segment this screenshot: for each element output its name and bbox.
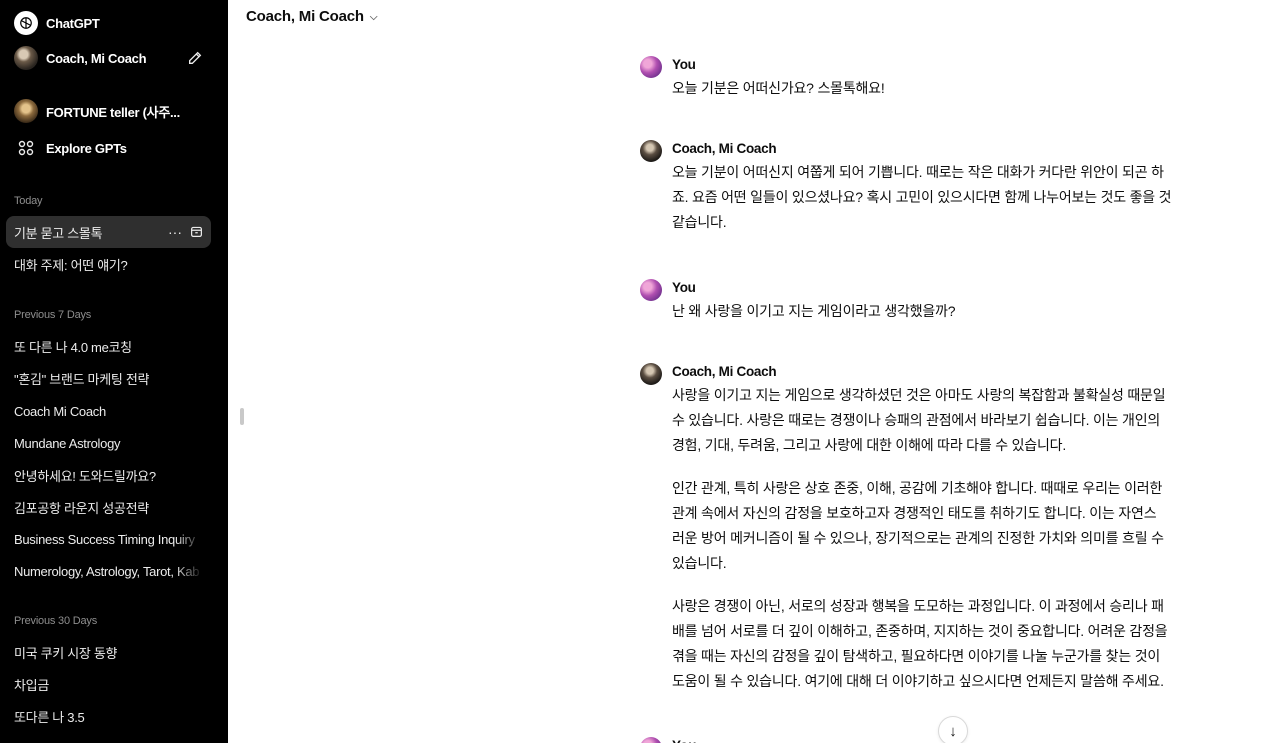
main-chat-area: Coach, Mi Coach ⌵ You 오늘 기분은 어떠신가요? 스몰톡해… bbox=[228, 0, 1280, 743]
section-title-previous-7-days: Previous 7 Days bbox=[14, 309, 92, 321]
current-gpt-label: Coach, Mi Coach bbox=[46, 50, 147, 66]
archive-icon[interactable] bbox=[190, 225, 203, 240]
chat-item-label: 기분 묻고 스몰톡 bbox=[14, 225, 103, 241]
explore-label: Explore GPTs bbox=[46, 140, 127, 156]
chat-item-label: Coach Mi Coach bbox=[14, 403, 106, 419]
chat-item-label: 미국 쿠키 시장 동향 bbox=[14, 645, 118, 661]
coach-avatar bbox=[640, 363, 662, 385]
message-author: You bbox=[672, 738, 697, 743]
section-title-today: Today bbox=[14, 195, 43, 207]
chat-item-label: 김포공항 라운지 성공전략 bbox=[14, 500, 149, 516]
chat-item[interactable]: 또 다른 나 4.0 me코칭 bbox=[6, 330, 211, 362]
chat-item[interactable]: 미국 쿠키 시장 동향 bbox=[6, 636, 211, 668]
chat-item[interactable]: "혼김" 브랜드 마케팅 전략 bbox=[6, 362, 211, 394]
chat-item[interactable]: Coach Mi Coach bbox=[6, 395, 211, 427]
chatgpt-home-link[interactable]: ChatGPT bbox=[6, 7, 211, 39]
chat-item[interactable]: 대화 주제: 어떤 얘기? bbox=[6, 248, 211, 280]
chat-item-label: 또 다른 나 4.0 me코칭 bbox=[14, 339, 132, 355]
scroll-to-bottom-button[interactable]: ↓ bbox=[938, 716, 968, 743]
more-icon[interactable]: ··· bbox=[168, 225, 182, 239]
chat-item-label: Numerology, Astrology, Tarot, Kab bbox=[14, 563, 200, 579]
pinned-gpt-label: FORTUNE teller (사주... bbox=[46, 104, 180, 120]
user-avatar bbox=[640, 737, 662, 743]
message-author: Coach, Mi Coach bbox=[672, 141, 777, 156]
explore-gpts-link[interactable]: Explore GPTs bbox=[6, 132, 211, 164]
chevron-down-icon: ⌵ bbox=[369, 12, 378, 23]
message-text: 난 왜 사랑을 이기고 지는 게임이라고 생각했을까? bbox=[672, 303, 956, 319]
chat-item[interactable]: Mundane Astrology bbox=[6, 427, 211, 459]
user-avatar bbox=[640, 279, 662, 301]
chat-item[interactable]: Business Success Timing Inquiry bbox=[6, 523, 211, 555]
fortune-teller-avatar bbox=[14, 99, 38, 123]
sidebar: ChatGPT Coach, Mi Coach FORTUNE teller (… bbox=[0, 0, 228, 743]
message-paragraph: 사랑은 경쟁이 아닌, 서로의 성장과 행복을 도모하는 과정입니다. 이 과정… bbox=[672, 598, 1168, 689]
app-name: ChatGPT bbox=[46, 15, 100, 31]
message-author: Coach, Mi Coach bbox=[672, 364, 777, 379]
coach-avatar bbox=[640, 140, 662, 162]
chat-item-label: Business Success Timing Inquiry bbox=[14, 531, 195, 547]
current-gpt-link[interactable]: Coach, Mi Coach bbox=[6, 42, 211, 74]
message-paragraph: 사랑을 이기고 지는 게임으로 생각하셨던 것은 아마도 사랑의 복잡함과 불확… bbox=[672, 387, 1166, 453]
message-text: 오늘 기분은 어떠신가요? 스몰톡해요! bbox=[672, 80, 885, 96]
chat-item[interactable]: 차입금 bbox=[6, 668, 211, 700]
page-title: Coach, Mi Coach bbox=[246, 8, 364, 25]
chat-item-label: 또다른 나 3.5 bbox=[14, 709, 85, 725]
grid-icon bbox=[14, 136, 38, 160]
chatgpt-logo-icon bbox=[14, 11, 38, 35]
user-avatar bbox=[640, 56, 662, 78]
chat-item[interactable]: 안녕하세요! 도와드릴까요? bbox=[6, 459, 211, 491]
chat-item-label: Mundane Astrology bbox=[14, 435, 121, 451]
chat-item[interactable]: 또다른 나 3.5 bbox=[6, 700, 211, 732]
coach-avatar bbox=[14, 46, 38, 70]
sidebar-resize-handle[interactable] bbox=[240, 408, 244, 425]
section-title-previous-30-days: Previous 30 Days bbox=[14, 615, 98, 627]
model-selector[interactable]: Coach, Mi Coach ⌵ bbox=[246, 8, 377, 25]
edit-icon[interactable] bbox=[187, 50, 203, 66]
chat-item[interactable]: 기분 묻고 스몰톡 ··· bbox=[6, 216, 211, 248]
chat-item-label: 대화 주제: 어떤 얘기? bbox=[14, 257, 128, 273]
chat-item-label: "혼김" 브랜드 마케팅 전략 bbox=[14, 371, 150, 387]
fortune-teller-gpt-link[interactable]: FORTUNE teller (사주... bbox=[6, 95, 211, 127]
message-author: You bbox=[672, 57, 696, 72]
chat-item-label: 차입금 bbox=[14, 677, 49, 693]
chat-item[interactable]: Numerology, Astrology, Tarot, Kab bbox=[6, 555, 211, 587]
message-author: You bbox=[672, 280, 696, 295]
arrow-down-icon: ↓ bbox=[949, 722, 957, 740]
message-paragraph: 인간 관계, 특히 사랑은 상호 존중, 이해, 공감에 기초해야 합니다. 때… bbox=[672, 480, 1164, 571]
chat-item-label: 안녕하세요! 도와드릴까요? bbox=[14, 468, 156, 484]
message-text: 오늘 기분이 어떠신지 여쭙게 되어 기쁩니다. 때로는 작은 대화가 커다란 … bbox=[672, 164, 1172, 230]
chat-item[interactable]: 김포공항 라운지 성공전략 bbox=[6, 491, 211, 523]
